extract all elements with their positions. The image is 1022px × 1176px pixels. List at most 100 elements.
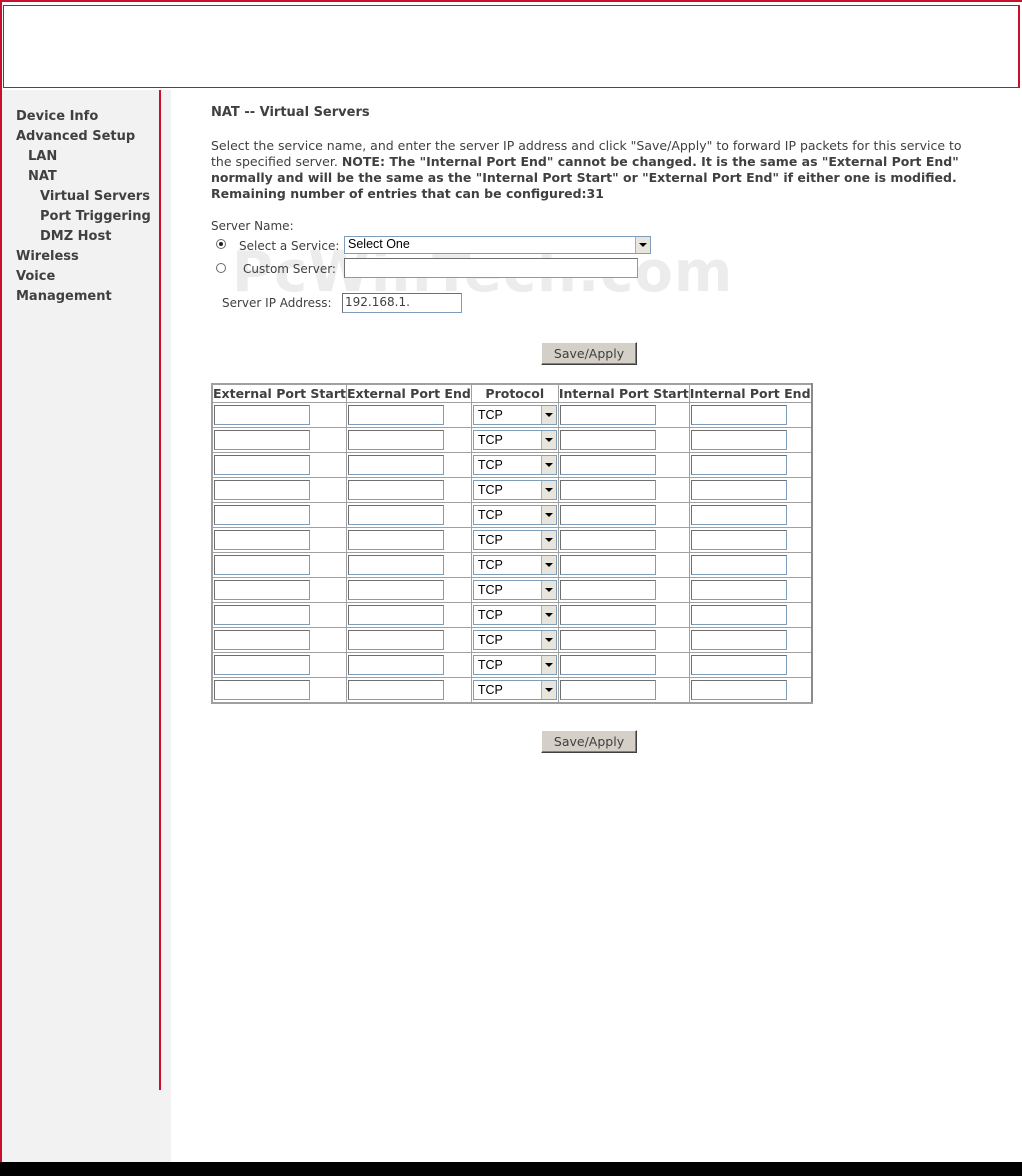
internal-port-start-input[interactable] [559,430,656,450]
select-service-radio[interactable] [216,239,226,249]
protocol-select[interactable]: TCP [472,655,557,675]
external-port-start-input[interactable] [214,630,310,650]
cell-internal-port-start [557,577,690,603]
internal-port-start-input[interactable] [559,655,656,675]
external-port-end-input[interactable] [347,480,444,500]
external-port-end-input[interactable] [347,405,444,425]
protocol-select[interactable]: TCP [472,680,557,700]
internal-port-start-input[interactable] [559,630,656,650]
save-apply-button-top[interactable]: Save/Apply [541,342,637,365]
external-port-end-input[interactable] [347,505,444,525]
server-ip-input[interactable]: 192.168.1. [342,293,462,313]
external-port-end-input[interactable] [347,430,444,450]
internal-port-start-input[interactable] [559,530,656,550]
external-port-end-input[interactable] [347,455,444,475]
cell-internal-port-end [688,552,813,578]
cell-protocol: TCP [470,652,559,678]
internal-port-end-input[interactable] [690,605,787,625]
protocol-select-value: TCP [477,408,503,422]
protocol-select[interactable]: TCP [472,580,557,600]
external-port-end-input[interactable] [347,580,444,600]
custom-server-radio[interactable] [216,263,226,273]
external-port-end-input[interactable] [347,630,444,650]
internal-port-end-input[interactable] [690,680,787,700]
cell-external-port-end [345,502,472,528]
sidebar-item-virtual-servers[interactable]: Virtual Servers [16,187,151,207]
external-port-start-input[interactable] [214,430,310,450]
internal-port-start-input[interactable] [559,505,656,525]
internal-port-start-input[interactable] [559,405,656,425]
cell-protocol: TCP [470,402,559,428]
cell-external-port-start [211,477,347,503]
external-port-start-input[interactable] [214,505,310,525]
sidebar-item-device-info[interactable]: Device Info [16,107,151,127]
external-port-start-input[interactable] [214,480,310,500]
chevron-down-icon [540,406,556,424]
table-row: TCP [211,427,813,453]
custom-server-input[interactable] [344,258,638,278]
external-port-start-input[interactable] [214,405,310,425]
sidebar-item-nat[interactable]: NAT [16,167,151,187]
sidebar-item-lan[interactable]: LAN [16,147,151,167]
internal-port-end-input[interactable] [690,555,787,575]
cell-internal-port-start [557,477,690,503]
save-apply-button-bottom[interactable]: Save/Apply [541,730,637,753]
protocol-select[interactable]: TCP [472,530,557,550]
cell-internal-port-end [688,427,813,453]
external-port-start-input[interactable] [214,605,310,625]
external-port-start-input[interactable] [214,530,310,550]
external-port-end-input[interactable] [347,655,444,675]
external-port-start-input[interactable] [214,580,310,600]
footer-bar [0,1162,1022,1176]
protocol-select-value: TCP [477,433,503,447]
sidebar-item-port-triggering[interactable]: Port Triggering [16,207,151,227]
internal-port-end-input[interactable] [690,530,787,550]
internal-port-end-input[interactable] [690,505,787,525]
internal-port-end-input[interactable] [690,655,787,675]
protocol-select[interactable]: TCP [472,605,557,625]
sidebar-item-advanced-setup[interactable]: Advanced Setup [16,127,151,147]
cell-internal-port-start [557,527,690,553]
protocol-select[interactable]: TCP [472,405,557,425]
protocol-select[interactable]: TCP [472,455,557,475]
internal-port-start-input[interactable] [559,455,656,475]
external-port-start-input[interactable] [214,555,310,575]
protocol-select[interactable]: TCP [472,630,557,650]
internal-port-end-input[interactable] [690,455,787,475]
cell-external-port-end [345,602,472,628]
internal-port-end-input[interactable] [690,580,787,600]
external-port-start-input[interactable] [214,680,310,700]
cell-external-port-start [211,502,347,528]
internal-port-start-input[interactable] [559,555,656,575]
external-port-start-input[interactable] [214,655,310,675]
sidebar-item-dmz-host[interactable]: DMZ Host [16,227,151,247]
cell-internal-port-end [688,652,813,678]
internal-port-end-input[interactable] [690,480,787,500]
cell-internal-port-start [557,427,690,453]
sidebar-item-wireless[interactable]: Wireless [16,247,151,267]
chevron-down-icon [540,431,556,449]
internal-port-start-input[interactable] [559,680,656,700]
protocol-select[interactable]: TCP [472,555,557,575]
internal-port-start-input[interactable] [559,605,656,625]
service-select[interactable]: Select One [344,236,651,254]
internal-port-start-input[interactable] [559,580,656,600]
protocol-select[interactable]: TCP [472,480,557,500]
external-port-start-input[interactable] [214,455,310,475]
internal-port-end-input[interactable] [690,630,787,650]
external-port-end-input[interactable] [347,680,444,700]
protocol-select[interactable]: TCP [472,430,557,450]
header-external-port-end: External Port End [345,383,472,403]
cell-external-port-start [211,402,347,428]
internal-port-end-input[interactable] [690,430,787,450]
sidebar-item-management[interactable]: Management [16,287,151,307]
table-row: TCP [211,527,813,553]
internal-port-end-input[interactable] [690,405,787,425]
external-port-end-input[interactable] [347,555,444,575]
external-port-end-input[interactable] [347,530,444,550]
internal-port-start-input[interactable] [559,480,656,500]
protocol-select[interactable]: TCP [472,505,557,525]
external-port-end-input[interactable] [347,605,444,625]
sidebar-item-voice[interactable]: Voice [16,267,151,287]
protocol-select-value: TCP [477,558,503,572]
